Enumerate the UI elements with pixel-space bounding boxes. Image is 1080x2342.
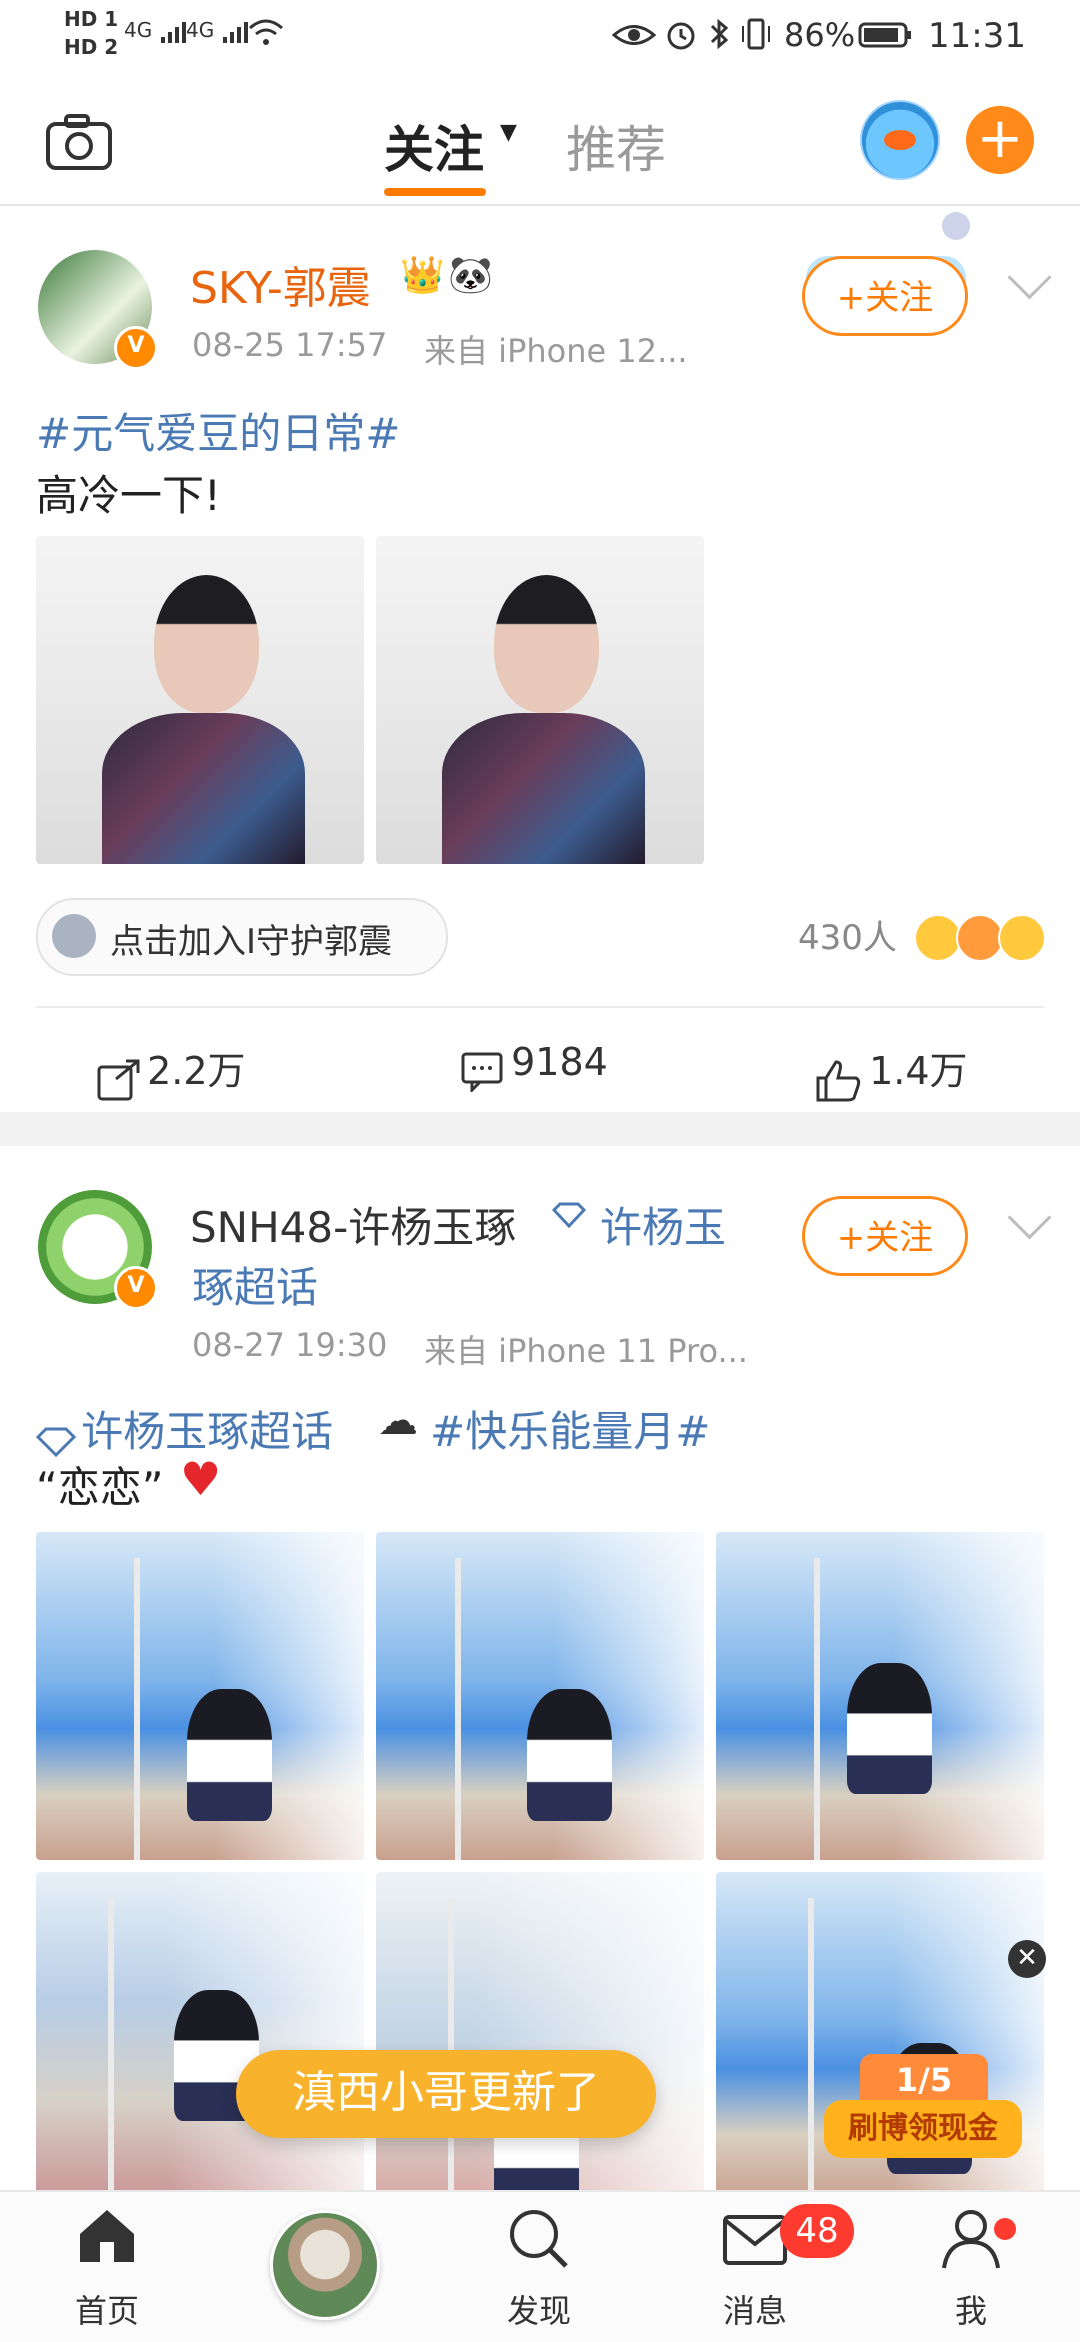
- post-1-source: 来自 iPhone 12...: [424, 332, 688, 370]
- laugh-emoji-icon[interactable]: [998, 914, 1046, 962]
- post-2-follow-button[interactable]: +关注: [802, 1196, 968, 1276]
- post-1-photo-2[interactable]: [376, 536, 704, 864]
- status-bar: HD 1 HD 2 4G 4G 86% 11:31: [0, 0, 1080, 80]
- guard-join-pill[interactable]: 点击加入I守护郭震: [36, 898, 448, 976]
- bluetooth-icon: [708, 16, 730, 56]
- repost-count: 2.2万: [147, 1049, 246, 1093]
- post-2-more-chevron-icon[interactable]: [1007, 1195, 1052, 1240]
- fishbowl-icon[interactable]: [860, 100, 940, 180]
- tab-discover[interactable]: 发现: [464, 2192, 614, 2342]
- panda-icon: 🐼: [448, 255, 493, 296]
- top-nav: 关注 ▼ 推荐 +: [0, 80, 1080, 206]
- add-post-button[interactable]: +: [966, 106, 1034, 174]
- clock: 11:31: [928, 16, 1026, 56]
- verified-icon: V: [114, 1266, 158, 1310]
- post-2-super-topic-line1[interactable]: 许杨玉: [600, 1194, 726, 1255]
- diamond-icon: [35, 1427, 77, 1457]
- camera-icon[interactable]: [44, 110, 114, 172]
- post-1-author[interactable]: SKY-郭震: [190, 252, 371, 316]
- post-2-photo-5[interactable]: [376, 1872, 704, 2200]
- bottom-tab-bar: 首页 发现 消息 我: [0, 2190, 1080, 2342]
- promo-close-button[interactable]: ✕: [1008, 1940, 1046, 1978]
- post-2-text: “恋恋”: [36, 1463, 164, 1512]
- post-1-topic-tag[interactable]: #元气爱豆的日常#: [36, 400, 400, 461]
- post-2-photo-4[interactable]: [36, 1872, 364, 2200]
- tab-me[interactable]: 我: [896, 2192, 1046, 2342]
- wifi-icon: [246, 18, 286, 52]
- post-1-more-chevron-icon[interactable]: [1007, 255, 1052, 300]
- post-2-photo-3[interactable]: [716, 1532, 1044, 1860]
- post-1-divider: [36, 1006, 1044, 1008]
- post-2-photo-1[interactable]: [36, 1532, 364, 1860]
- cloud-icon: ☁: [378, 1398, 418, 1444]
- live-avatar[interactable]: [270, 2210, 380, 2320]
- post-1-time: 08-25 17:57: [192, 326, 388, 364]
- signal-1: 4G: [124, 18, 189, 45]
- promo-widget[interactable]: 1/5 刷博领现金: [824, 2054, 1022, 2164]
- tab-recommend[interactable]: 推荐: [566, 110, 666, 182]
- sim-indicators: HD 1 HD 2: [64, 7, 119, 59]
- reactions-count: 430人: [798, 918, 897, 958]
- eye-icon: [611, 20, 657, 54]
- like-count: 1.4万: [869, 1049, 968, 1093]
- promo-counter: 1/5: [860, 2054, 988, 2106]
- super-topic-diamond-icon: [551, 1202, 587, 1232]
- tab-home[interactable]: 首页: [32, 2192, 182, 2342]
- promo-label: 刷博领现金: [824, 2100, 1022, 2158]
- vibrate-icon: [740, 16, 772, 56]
- signal-2: 4G: [186, 18, 251, 45]
- guard-pill-label: 点击加入I守护郭震: [110, 922, 393, 962]
- post-2-time: 08-27 19:30: [192, 1326, 388, 1364]
- tab-follow[interactable]: 关注: [384, 110, 484, 182]
- update-toast[interactable]: 滇西小哥更新了: [236, 2050, 656, 2138]
- battery-percent: 86%: [784, 16, 856, 54]
- alarm-icon: [664, 18, 698, 56]
- surprised-emoji-icon[interactable]: [914, 914, 962, 962]
- guard-icon: [52, 914, 96, 958]
- post-2-super-topic-line2[interactable]: 琢超话: [192, 1254, 318, 1315]
- post-2-super-topic-tag[interactable]: 许杨玉琢超话: [35, 1398, 333, 1459]
- me-notification-dot: [994, 2218, 1016, 2240]
- post-1-follow-button[interactable]: +关注: [802, 256, 968, 336]
- post-2-avatar[interactable]: V: [38, 1190, 158, 1310]
- post-1-text: 高冷一下!: [36, 471, 221, 520]
- verified-icon: V: [114, 326, 158, 370]
- heart-icon: ♥: [180, 1452, 222, 1506]
- post-1-avatar[interactable]: V: [38, 250, 158, 370]
- share-icon: [97, 1059, 140, 1100]
- tab-active-indicator: [384, 188, 486, 196]
- like-button[interactable]: 1.4万: [814, 1040, 968, 1102]
- kiss-emoji-icon[interactable]: [956, 914, 1004, 962]
- post-1-photo-1[interactable]: [36, 536, 364, 864]
- feed-separator: [0, 1112, 1080, 1146]
- search-icon: [510, 2210, 568, 2268]
- repost-button[interactable]: 2.2万: [96, 1040, 246, 1101]
- chevron-down-icon[interactable]: ▼: [500, 120, 517, 145]
- comment-button[interactable]: 9184: [460, 1040, 608, 1094]
- messages-badge: 48: [780, 2204, 854, 2258]
- user-icon: [942, 2210, 1000, 2269]
- home-icon: [80, 2210, 134, 2262]
- post-2-source: 来自 iPhone 11 Pro...: [424, 1332, 748, 1370]
- post-2-photo-2[interactable]: [376, 1532, 704, 1860]
- post-2-topic-tag[interactable]: #快乐能量月#: [430, 1398, 710, 1459]
- comment-count: 9184: [511, 1040, 608, 1084]
- battery-icon: [858, 20, 914, 54]
- thumbs-up-icon: [816, 1059, 861, 1101]
- fish-icon: [884, 130, 916, 150]
- comment-icon: [461, 1052, 503, 1094]
- post-2-author[interactable]: SNH48-许杨玉琢: [190, 1194, 516, 1255]
- crown-icon: 👑: [400, 255, 445, 296]
- mail-icon: [723, 2215, 787, 2265]
